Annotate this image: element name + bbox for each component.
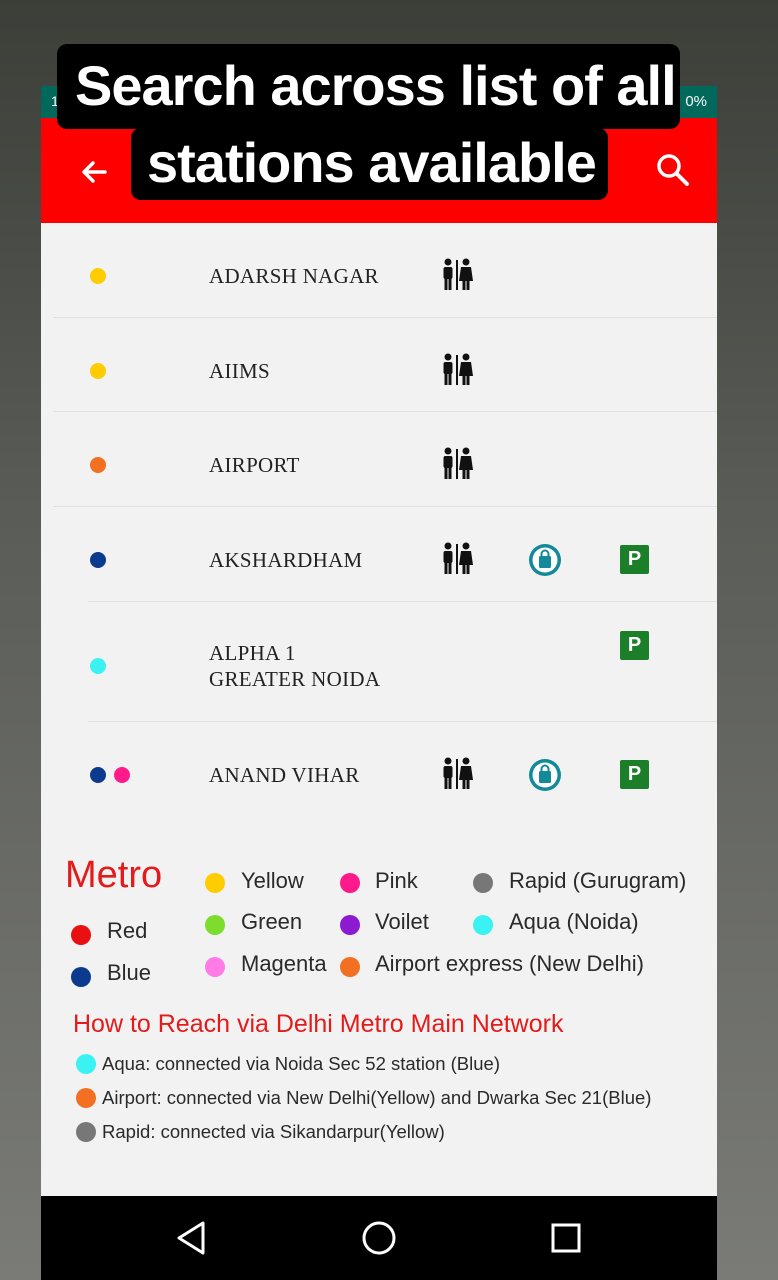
search-icon[interactable] [653,150,693,190]
legend-item: Voilet [375,909,429,934]
line-dot [90,658,106,674]
reach-item: Aqua: connected via Noida Sec 52 station… [102,1053,500,1074]
station-name: AKSHARDHAM [209,548,363,572]
system-nav-bar [41,1196,717,1280]
reach-dot [76,1054,96,1074]
reach-title: How to Reach via Delhi Metro Main Networ… [73,1010,564,1038]
station-name: ANAND VIHAR [209,763,360,787]
legend-dot [473,873,493,893]
station-row[interactable]: AIIMS [41,317,717,411]
caption-box-line1: Search across list of all [57,44,680,129]
parking-icon: P [620,760,649,789]
legend-item: Airport express (New Delhi) [375,951,644,976]
square-recents-icon[interactable] [542,1214,590,1262]
legend-item: Magenta [241,951,327,976]
toilet-icon [443,447,473,479]
legend-dot [71,967,91,987]
legend-dot [340,873,360,893]
station-name: AIRPORT [209,453,300,477]
legend-item: Aqua (Noida) [509,909,639,934]
reach-item: Airport: connected via New Delhi(Yellow)… [102,1087,652,1108]
toilet-icon [443,258,473,290]
station-row[interactable]: AKSHARDHAM P [41,506,717,601]
legend-item: Rapid (Gurugram) [509,868,687,893]
legend-dot [205,957,225,977]
metro-legend: Metro Yellow Pink Rapid (Gurugram) Red G… [41,846,717,1226]
legend-item: Yellow [241,868,304,893]
caption-box-line2: stations available [131,128,608,200]
shopping-bag-icon [529,759,561,791]
line-dot [90,363,106,379]
legend-dot [71,925,91,945]
station-name: ADARSH NAGAR [209,264,379,288]
station-row[interactable]: ALPHA 1 GREATER NOIDA P [41,601,717,721]
line-dot [90,552,106,568]
legend-item: Pink [375,868,418,893]
caption-line1: Search across list of all [75,54,677,117]
reach-dot [76,1122,96,1142]
legend-dot [340,915,360,935]
line-dot [90,767,106,783]
shopping-bag-icon [529,544,561,576]
station-row[interactable]: ANAND VIHAR P [41,721,717,826]
legend-dot [340,957,360,977]
reach-item: Rapid: connected via Sikandarpur(Yellow) [102,1121,445,1142]
reach-dot [76,1088,96,1108]
circle-home-icon[interactable] [355,1214,403,1262]
legend-item: Red [107,918,148,943]
legend-item: Green [241,909,303,934]
triangle-back-icon[interactable] [167,1214,215,1262]
toilet-icon [443,353,473,385]
line-dot [114,767,130,783]
legend-dot [473,915,493,935]
parking-icon: P [620,545,649,574]
station-row[interactable]: AIRPORT [41,411,717,506]
parking-icon: P [620,631,649,660]
legend-title: Metro [65,854,163,896]
legend-item: Blue [107,960,152,985]
arrow-left-icon[interactable] [75,152,115,192]
legend-dot [205,873,225,893]
station-row[interactable]: ADARSH NAGAR [41,223,717,317]
station-name: AIIMS [209,359,271,383]
station-name-line1: ALPHA 1 [209,641,296,665]
toilet-icon [443,542,473,574]
toilet-icon [443,757,473,789]
caption-line2: stations available [147,131,597,194]
line-dot [90,268,106,284]
battery-text: 0% [685,93,707,110]
phone-screen: 1 0% ADARSH NAGAR AIIMS AIRPORT AKSHARDH… [41,86,717,1280]
line-dot [90,457,106,473]
station-name-line2: GREATER NOIDA [209,667,381,691]
legend-dot [205,915,225,935]
